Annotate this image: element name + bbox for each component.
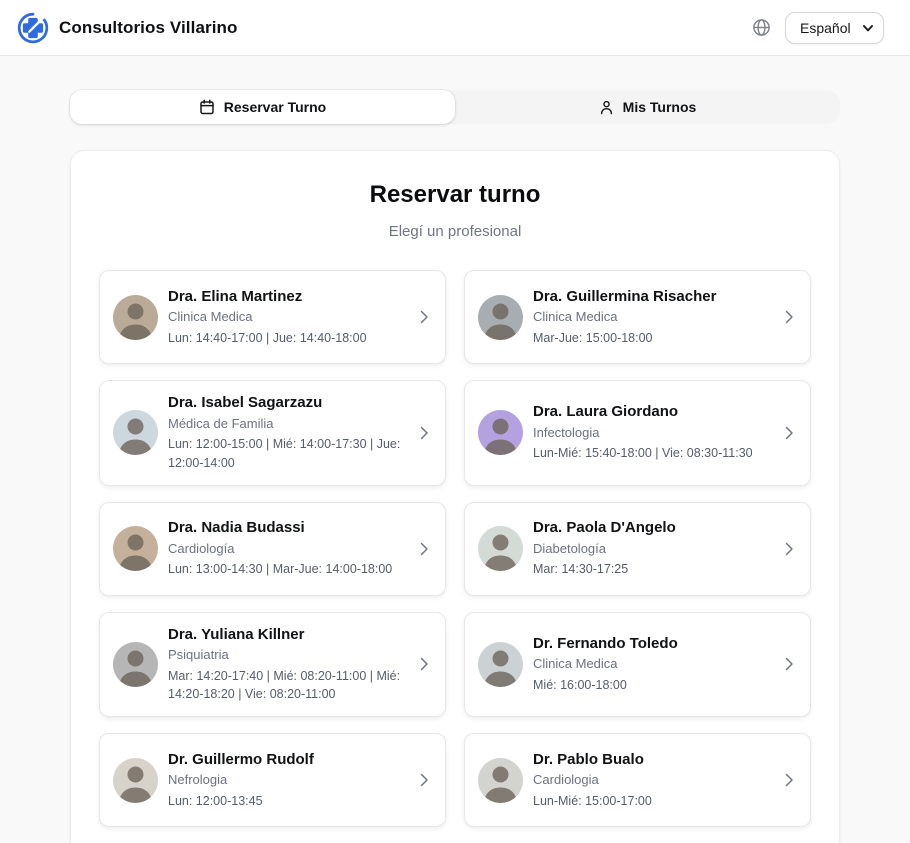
professional-name: Dr. Pablo Bualo bbox=[533, 750, 652, 770]
avatar bbox=[113, 295, 158, 340]
professional-info: Dra. Isabel Sagarzazu Médica de Familia … bbox=[168, 393, 403, 473]
booking-panel: Reservar turno Elegí un profesional Dra.… bbox=[70, 150, 840, 843]
language-select[interactable]: Español bbox=[785, 12, 884, 44]
professional-specialty: Clinica Medica bbox=[533, 308, 716, 326]
page-title: Reservar turno bbox=[99, 181, 811, 209]
professional-name: Dr. Guillermo Rudolf bbox=[168, 750, 314, 770]
avatar bbox=[478, 526, 523, 571]
tab-bar: Reservar Turno Mis Turnos bbox=[70, 90, 840, 124]
professional-specialty: Diabetología bbox=[533, 540, 676, 558]
professional-name: Dra. Yuliana Killner bbox=[168, 625, 403, 645]
professional-specialty: Médica de Familia bbox=[168, 415, 403, 433]
professional-schedule: Lun: 13:00-14:30 | Mar-Jue: 14:00-18:00 bbox=[168, 560, 392, 579]
professional-info: Dra. Guillermina Risacher Clinica Medica… bbox=[533, 287, 716, 348]
avatar bbox=[478, 295, 523, 340]
tab-label: Mis Turnos bbox=[623, 99, 697, 115]
professional-card[interactable]: Dra. Guillermina Risacher Clinica Medica… bbox=[464, 270, 811, 364]
professional-schedule: Mar-Jue: 15:00-18:00 bbox=[533, 329, 716, 348]
professional-card[interactable]: Dra. Nadia Budassi Cardiología Lun: 13:0… bbox=[99, 502, 446, 596]
professional-card[interactable]: Dra. Paola D'Angelo Diabetología Mar: 14… bbox=[464, 502, 811, 596]
avatar bbox=[478, 642, 523, 687]
professional-specialty: Infectologia bbox=[533, 424, 753, 442]
chevron-right-icon bbox=[781, 425, 797, 441]
avatar bbox=[113, 758, 158, 803]
professional-schedule: Mié: 16:00-18:00 bbox=[533, 676, 678, 695]
brand: Consultorios Villarino bbox=[16, 11, 238, 45]
globe-icon bbox=[752, 18, 771, 37]
professional-info: Dra. Paola D'Angelo Diabetología Mar: 14… bbox=[533, 518, 676, 579]
professional-card[interactable]: Dr. Guillermo Rudolf Nefrologia Lun: 12:… bbox=[99, 733, 446, 827]
medical-cross-circle-icon bbox=[16, 11, 50, 45]
professional-name: Dr. Fernando Toledo bbox=[533, 634, 678, 654]
tab-mis-turnos[interactable]: Mis Turnos bbox=[455, 90, 840, 124]
chevron-right-icon bbox=[416, 772, 432, 788]
professional-name: Dra. Laura Giordano bbox=[533, 402, 753, 422]
avatar bbox=[478, 758, 523, 803]
professional-card[interactable]: Dr. Fernando Toledo Clinica Medica Mié: … bbox=[464, 612, 811, 718]
chevron-right-icon bbox=[781, 656, 797, 672]
professional-info: Dra. Elina Martinez Clinica Medica Lun: … bbox=[168, 287, 367, 348]
professional-name: Dra. Paola D'Angelo bbox=[533, 518, 676, 538]
chevron-right-icon bbox=[781, 309, 797, 325]
brand-name: Consultorios Villarino bbox=[59, 18, 238, 38]
professionals-grid: Dra. Elina Martinez Clinica Medica Lun: … bbox=[99, 270, 811, 827]
chevron-right-icon bbox=[781, 772, 797, 788]
chevron-right-icon bbox=[416, 309, 432, 325]
avatar bbox=[478, 410, 523, 455]
tab-reservar-turno[interactable]: Reservar Turno bbox=[70, 90, 455, 124]
avatar bbox=[113, 642, 158, 687]
professional-info: Dra. Laura Giordano Infectologia Lun-Mié… bbox=[533, 402, 753, 463]
professional-name: Dra. Elina Martinez bbox=[168, 287, 367, 307]
professional-info: Dr. Pablo Bualo Cardiologia Lun-Mié: 15:… bbox=[533, 750, 652, 811]
professional-schedule: Mar: 14:20-17:40 | Mié: 08:20-11:00 | Mi… bbox=[168, 667, 403, 705]
chevron-right-icon bbox=[781, 541, 797, 557]
chevron-right-icon bbox=[416, 541, 432, 557]
chevron-right-icon bbox=[416, 425, 432, 441]
professional-info: Dr. Fernando Toledo Clinica Medica Mié: … bbox=[533, 634, 678, 695]
professional-schedule: Lun-Mié: 15:00-17:00 bbox=[533, 792, 652, 811]
professional-name: Dra. Isabel Sagarzazu bbox=[168, 393, 403, 413]
person-icon bbox=[599, 100, 614, 115]
avatar bbox=[113, 526, 158, 571]
professional-schedule: Lun: 12:00-15:00 | Mié: 14:00-17:30 | Ju… bbox=[168, 435, 403, 473]
professional-name: Dra. Nadia Budassi bbox=[168, 518, 392, 538]
professional-schedule: Lun-Mié: 15:40-18:00 | Vie: 08:30-11:30 bbox=[533, 444, 753, 463]
professional-card[interactable]: Dr. Pablo Bualo Cardiologia Lun-Mié: 15:… bbox=[464, 733, 811, 827]
professional-schedule: Lun: 12:00-13:45 bbox=[168, 792, 314, 811]
professional-specialty: Clinica Medica bbox=[168, 308, 367, 326]
professional-specialty: Cardiología bbox=[168, 540, 392, 558]
professional-card[interactable]: Dra. Elina Martinez Clinica Medica Lun: … bbox=[99, 270, 446, 364]
professional-card[interactable]: Dra. Isabel Sagarzazu Médica de Familia … bbox=[99, 380, 446, 486]
professional-specialty: Psiquiatria bbox=[168, 646, 403, 664]
professional-info: Dr. Guillermo Rudolf Nefrologia Lun: 12:… bbox=[168, 750, 314, 811]
page-subtitle: Elegí un profesional bbox=[99, 223, 811, 240]
professional-card[interactable]: Dra. Yuliana Killner Psiquiatria Mar: 14… bbox=[99, 612, 446, 718]
app-header: Consultorios Villarino Español bbox=[0, 0, 910, 56]
avatar bbox=[113, 410, 158, 455]
chevron-right-icon bbox=[416, 656, 432, 672]
professional-specialty: Clinica Medica bbox=[533, 655, 678, 673]
professional-info: Dra. Yuliana Killner Psiquiatria Mar: 14… bbox=[168, 625, 403, 705]
professional-specialty: Nefrologia bbox=[168, 771, 314, 789]
professional-name: Dra. Guillermina Risacher bbox=[533, 287, 716, 307]
professional-card[interactable]: Dra. Laura Giordano Infectologia Lun-Mié… bbox=[464, 380, 811, 486]
professional-schedule: Lun: 14:40-17:00 | Jue: 14:40-18:00 bbox=[168, 329, 367, 348]
professional-info: Dra. Nadia Budassi Cardiología Lun: 13:0… bbox=[168, 518, 392, 579]
calendar-icon bbox=[199, 99, 215, 115]
professional-schedule: Mar: 14:30-17:25 bbox=[533, 560, 676, 579]
language-selector: Español bbox=[785, 12, 884, 44]
professional-specialty: Cardiologia bbox=[533, 771, 652, 789]
tab-label: Reservar Turno bbox=[224, 99, 326, 115]
